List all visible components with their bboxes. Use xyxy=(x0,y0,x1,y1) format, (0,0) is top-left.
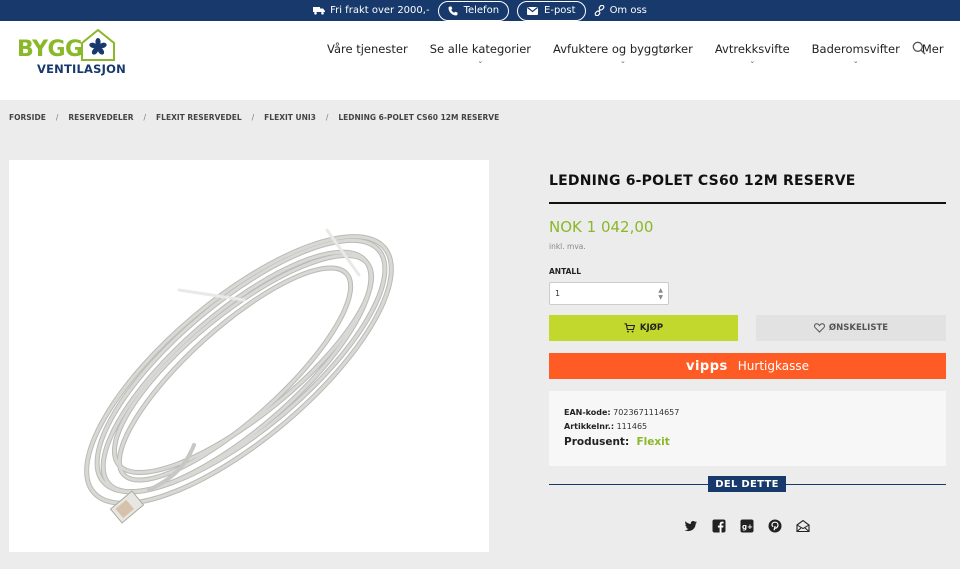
nav-item-label: Baderomsvifter xyxy=(811,42,900,56)
search-icon[interactable] xyxy=(912,41,926,55)
logo-text-ventilasjon: VENTILASJON xyxy=(37,62,126,76)
product-title: LEDNING 6-POLET CS60 12M RESERVE xyxy=(549,173,856,189)
chevron-down-icon: ⌄ xyxy=(620,57,626,65)
free-shipping-notice: Fri frakt over 2000,- xyxy=(313,0,430,21)
title-divider xyxy=(549,202,946,204)
nav-item-label: Avtrekksvifte xyxy=(714,42,790,56)
breadcrumb-separator: / xyxy=(143,113,147,122)
top-bar: Fri frakt over 2000,- Telefon E-post Om … xyxy=(0,0,960,21)
nav-item-label: Våre tjenester xyxy=(327,42,408,56)
email-label: E-post xyxy=(544,5,576,16)
breadcrumb-item-spare-parts[interactable]: RESERVEDELER xyxy=(68,113,133,122)
nav-item-label: Se alle kategorier xyxy=(429,42,532,56)
manufacturer-label: Produsent: xyxy=(564,436,630,448)
link-icon xyxy=(594,5,604,16)
quantity-stepper[interactable]: 1 ▲ ▼ xyxy=(549,282,669,305)
product-price: NOK 1 042,00 xyxy=(549,218,654,236)
google-plus-icon[interactable]: g+ xyxy=(740,518,754,533)
share-heading: DEL DETTE xyxy=(708,476,786,492)
svg-text:g+: g+ xyxy=(742,523,753,531)
breadcrumb-item-current: LEDNING 6-POLET CS60 12M RESERVE xyxy=(338,113,500,122)
breadcrumb-item-flexit-spare-parts[interactable]: FLEXIT RESERVEDEL xyxy=(156,113,242,122)
breadcrumb-separator: / xyxy=(251,113,255,122)
main-navigation: Våre tjenester Se alle kategorier ⌄ Avfuk… xyxy=(327,21,954,77)
vipps-logo: vipps xyxy=(686,358,728,374)
social-share-icons: g+ xyxy=(684,518,810,533)
house-fan-logo-icon xyxy=(81,28,115,61)
product-details-box: EAN-kode: 7023671114657 Artikkelnr.: 111… xyxy=(549,391,946,466)
buy-button[interactable]: KJØP xyxy=(549,315,738,341)
email-share-icon[interactable] xyxy=(796,518,810,533)
ean-value: 7023671114657 xyxy=(613,408,680,417)
pinterest-icon[interactable] xyxy=(768,518,782,533)
breadcrumb-separator: / xyxy=(55,113,59,122)
quantity-value: 1 xyxy=(555,289,561,298)
product-image[interactable] xyxy=(9,160,489,552)
facebook-icon[interactable] xyxy=(712,518,726,533)
wishlist-button[interactable]: ØNSKELISTE xyxy=(756,315,946,341)
quantity-label: ANTALL xyxy=(549,267,581,276)
sku-value: 111465 xyxy=(616,422,648,431)
email-button[interactable]: E-post xyxy=(517,0,586,21)
nav-item-services[interactable]: Våre tjenester xyxy=(327,42,408,56)
ean-label: EAN-kode: xyxy=(564,408,611,417)
coiled-cable-image xyxy=(84,228,394,524)
ean-row: EAN-kode: 7023671114657 xyxy=(564,408,679,417)
chevron-down-icon: ⌄ xyxy=(852,57,859,65)
nav-item-exhaust-fans[interactable]: Avtrekksvifte ⌄ xyxy=(714,42,790,65)
about-link[interactable]: Om oss xyxy=(594,0,647,21)
phone-icon xyxy=(448,6,458,15)
vipps-checkout-label: Hurtigkasse xyxy=(737,359,809,373)
phone-button[interactable]: Telefon xyxy=(437,0,510,21)
sku-row: Artikkelnr.: 111465 xyxy=(564,422,647,431)
phone-label: Telefon xyxy=(463,5,500,16)
breadcrumb-item-home[interactable]: FORSIDE xyxy=(9,113,46,122)
heart-icon xyxy=(813,323,825,333)
envelope-icon xyxy=(527,6,539,15)
site-header: BYGG VENTILASJON Våre tjenester Se alle … xyxy=(0,21,960,100)
chevron-down-icon: ⌄ xyxy=(749,57,756,65)
breadcrumb: FORSIDE / RESERVEDELER / FLEXIT RESERVED… xyxy=(9,113,499,122)
about-label: Om oss xyxy=(609,5,647,16)
vipps-checkout-button[interactable]: vipps Hurtigkasse xyxy=(549,353,946,379)
truck-icon xyxy=(313,7,326,15)
breadcrumb-separator: / xyxy=(325,113,329,122)
free-shipping-text: Fri frakt over 2000,- xyxy=(330,5,430,16)
buy-button-label: KJØP xyxy=(639,323,664,333)
manufacturer-link[interactable]: Flexit xyxy=(637,436,670,448)
chevron-down-icon: ⌄ xyxy=(477,57,484,65)
nav-item-bathroom-fans[interactable]: Baderomsvifter ⌄ xyxy=(811,42,900,65)
site-logo[interactable]: BYGG VENTILASJON xyxy=(11,25,144,91)
vat-note: inkl. mva. xyxy=(549,242,586,251)
sku-label: Artikkelnr.: xyxy=(564,422,615,431)
nav-item-all-categories[interactable]: Se alle kategorier ⌄ xyxy=(429,42,532,65)
breadcrumb-item-flexit-uni3[interactable]: FLEXIT UNI3 xyxy=(264,113,316,122)
manufacturer-row: Produsent: Flexit xyxy=(564,436,670,448)
wishlist-button-label: ØNSKELISTE xyxy=(828,323,889,333)
spinner-arrows-icon[interactable]: ▲ ▼ xyxy=(658,287,663,301)
nav-item-label: Avfuktere og byggtørker xyxy=(553,42,693,56)
logo-text-bygg: BYGG xyxy=(17,37,83,62)
twitter-icon[interactable] xyxy=(684,518,698,532)
nav-item-dehumidifiers[interactable]: Avfuktere og byggtørker ⌄ xyxy=(553,42,693,65)
cart-icon xyxy=(624,323,635,333)
